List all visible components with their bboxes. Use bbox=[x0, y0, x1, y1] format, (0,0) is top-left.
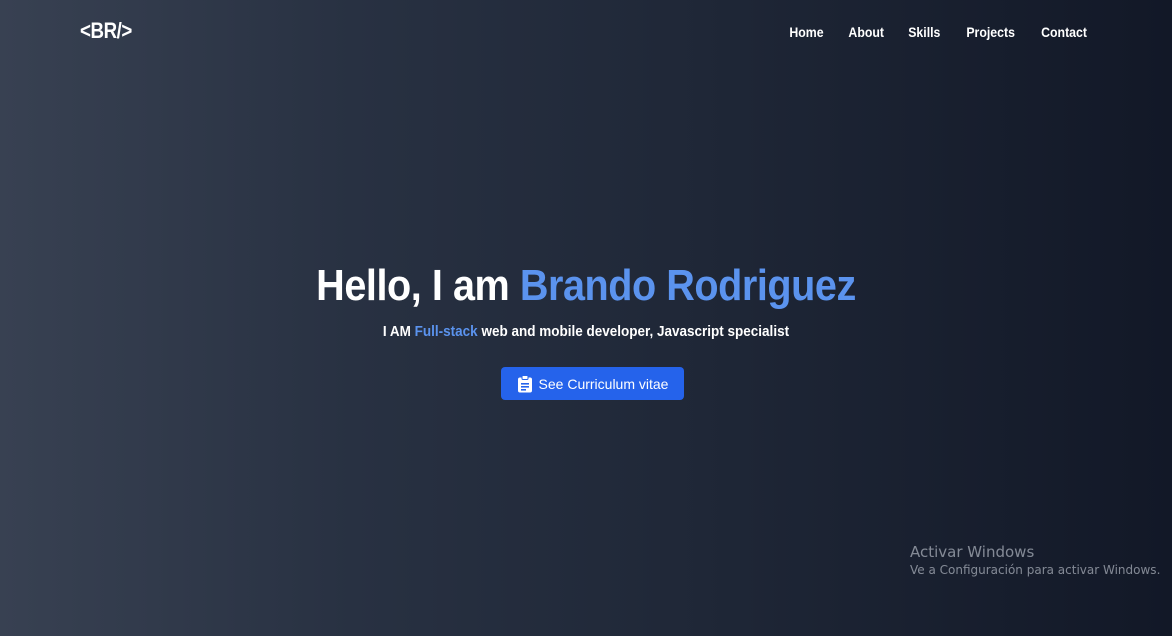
site-logo[interactable]: <BR/> bbox=[80, 18, 132, 44]
hero-subtitle: I AM Full-stack web and mobile developer… bbox=[59, 322, 1114, 342]
nav-links: Home About Skills Projects Contact bbox=[767, 24, 1090, 40]
nav-link-projects[interactable]: Projects bbox=[966, 24, 1015, 40]
hero-sub-prefix: I AM bbox=[382, 323, 415, 340]
watermark-title: Activar Windows bbox=[910, 543, 1035, 561]
nav-link-about[interactable]: About bbox=[848, 24, 884, 40]
nav-link-contact[interactable]: Contact bbox=[1041, 24, 1087, 40]
hero-title: Hello, I am Brando Rodriguez bbox=[59, 258, 1114, 314]
hero-section: Hello, I am Brando Rodriguez I AM Full-s… bbox=[0, 258, 1172, 342]
clipboard-icon bbox=[517, 374, 533, 393]
windows-activation-watermark: Activar Windows Ve a Configuración para … bbox=[910, 542, 1160, 578]
see-cv-label: See Curriculum vitae bbox=[538, 375, 669, 392]
hero-sub-suffix: web and mobile developer, Javascript spe… bbox=[477, 323, 790, 340]
nav-link-home[interactable]: Home bbox=[789, 24, 823, 40]
see-cv-button[interactable]: See Curriculum vitae bbox=[501, 367, 684, 400]
hero-greeting: Hello, I am bbox=[316, 261, 520, 310]
top-navbar: <BR/> Home About Skills Projects Contact bbox=[0, 0, 1172, 66]
hero-sub-accent: Full-stack bbox=[414, 323, 478, 340]
hero-name: Brando Rodriguez bbox=[519, 261, 856, 310]
nav-link-skills[interactable]: Skills bbox=[908, 24, 940, 40]
watermark-subtitle: Ve a Configuración para activar Windows. bbox=[910, 563, 1161, 577]
